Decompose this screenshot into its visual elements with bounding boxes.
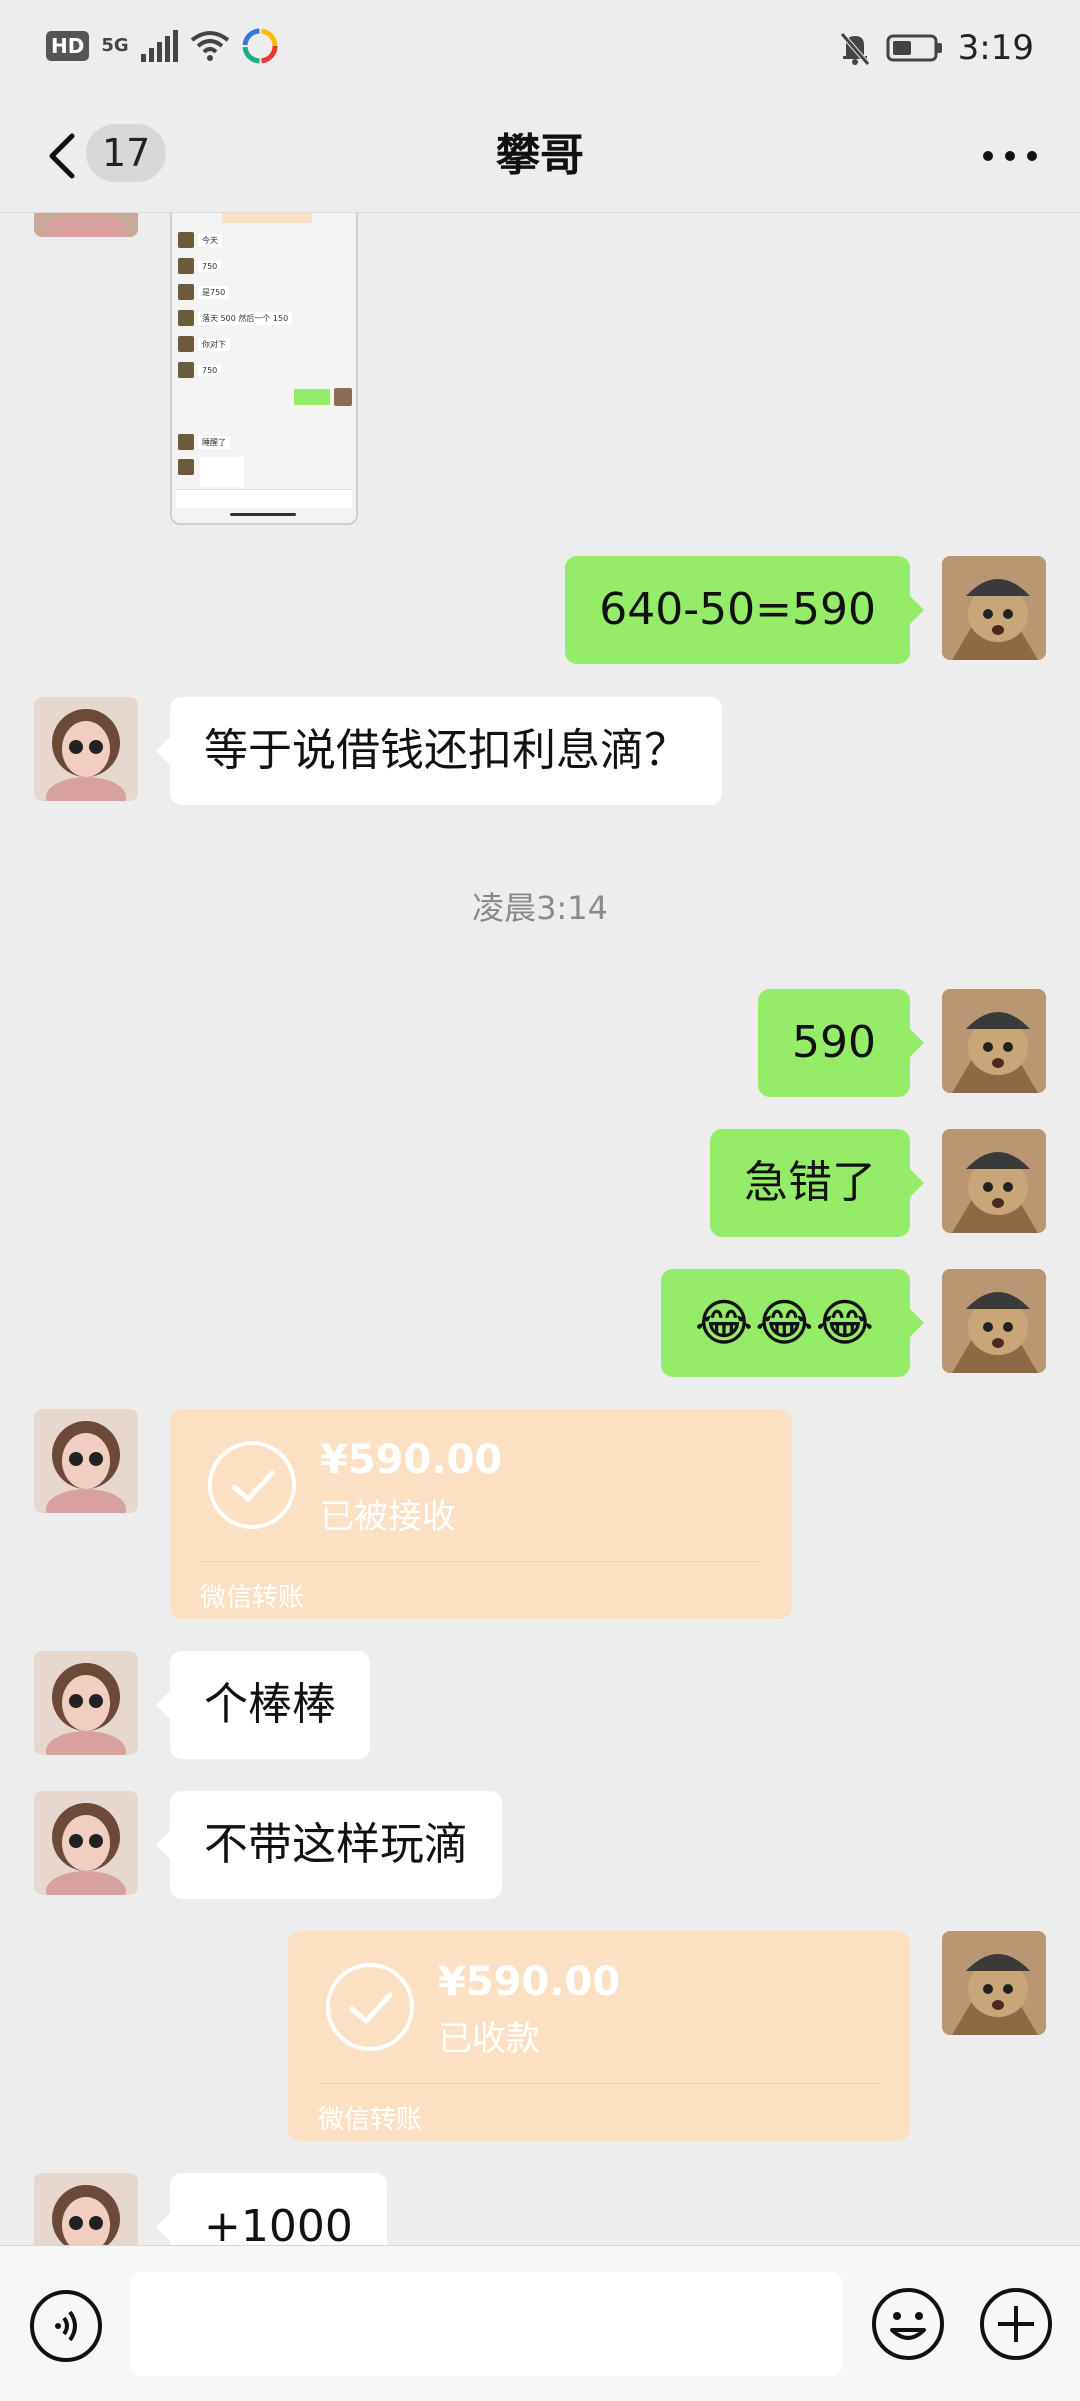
chat-messages[interactable]: 今天 750 是750 落天 500 然后一个 150 你对下 750 睡醒了 … <box>0 213 1080 2245</box>
more-options-icon[interactable] <box>980 142 1040 170</box>
contact-avatar[interactable] <box>34 697 138 801</box>
divider <box>200 1561 762 1562</box>
outgoing-message[interactable]: 590 <box>758 989 924 1097</box>
app-notification-icon <box>242 28 278 64</box>
incoming-message[interactable]: 不带这样玩滴 <box>156 1791 502 1899</box>
screenshot-row: 你对下 <box>178 335 230 353</box>
contact-avatar[interactable] <box>34 1409 138 1513</box>
battery-icon <box>886 34 942 62</box>
hd-indicator: HD <box>46 31 90 61</box>
screenshot-row: 睡醒了 <box>178 433 230 451</box>
divider <box>318 2083 880 2084</box>
my-avatar[interactable] <box>942 989 1046 1093</box>
check-circle-icon <box>326 1963 414 2051</box>
outgoing-message[interactable]: 急错了 <box>710 1129 924 1237</box>
incoming-message[interactable]: +1000 <box>156 2173 387 2245</box>
my-avatar[interactable] <box>942 556 1046 660</box>
signal-icon <box>140 30 178 62</box>
mute-bell-icon <box>839 32 870 66</box>
voice-input-icon[interactable] <box>28 2288 104 2364</box>
transfer-amount: ¥590.00 <box>438 1959 621 2005</box>
transfer-card-sent[interactable]: ¥590.00 已收款 微信转账 <box>288 1931 910 2141</box>
clock: 3:19 <box>957 28 1034 68</box>
transfer-brand-label: 微信转账 <box>318 2105 423 2135</box>
outgoing-message[interactable]: 640-50=590 <box>565 556 924 664</box>
screenshot-row: 落天 500 然后一个 150 <box>178 309 293 327</box>
chat-header: 17 攀哥 <box>0 100 1080 213</box>
wifi-icon <box>190 31 229 61</box>
screenshot-row: 今天 <box>178 231 222 249</box>
message-input-bar <box>0 2245 1080 2401</box>
chat-title: 攀哥 <box>496 130 584 181</box>
network-type: 5G <box>101 35 129 56</box>
check-circle-icon <box>208 1441 296 1529</box>
emoji-icon[interactable] <box>870 2286 946 2362</box>
message-input[interactable] <box>130 2272 842 2376</box>
contact-avatar[interactable] <box>34 2173 138 2245</box>
screenshot-row: 750 <box>178 361 222 379</box>
transfer-amount: ¥590.00 <box>320 1437 503 1483</box>
transfer-status: 已收款 <box>438 2019 540 2059</box>
message-timestamp: 凌晨3:14 <box>472 889 608 927</box>
screenshot-row: 是750 <box>178 283 230 301</box>
screenshot-row: 750 <box>178 257 222 275</box>
shared-screenshot-image[interactable]: 今天 750 是750 落天 500 然后一个 150 你对下 750 睡醒了 <box>170 213 358 525</box>
status-bar: HD 5G 3:19 <box>0 0 1080 100</box>
contact-avatar[interactable] <box>34 1791 138 1895</box>
transfer-status: 已被接收 <box>320 1497 456 1537</box>
my-avatar[interactable] <box>942 1129 1046 1233</box>
my-avatar[interactable] <box>942 1269 1046 1373</box>
contact-avatar[interactable] <box>34 1651 138 1755</box>
incoming-message[interactable]: 等于说借钱还扣利息滴？ <box>156 697 722 805</box>
my-avatar[interactable] <box>942 1931 1046 2035</box>
transfer-brand-label: 微信转账 <box>200 1583 305 1613</box>
transfer-card-received[interactable]: ¥590.00 已被接收 微信转账 <box>170 1409 792 1619</box>
incoming-message[interactable]: 个棒棒 <box>156 1651 370 1759</box>
plus-icon[interactable] <box>978 2286 1054 2362</box>
outgoing-emoji-message[interactable]: 😂😂😂 <box>660 1269 925 1377</box>
contact-avatar[interactable] <box>34 213 138 237</box>
